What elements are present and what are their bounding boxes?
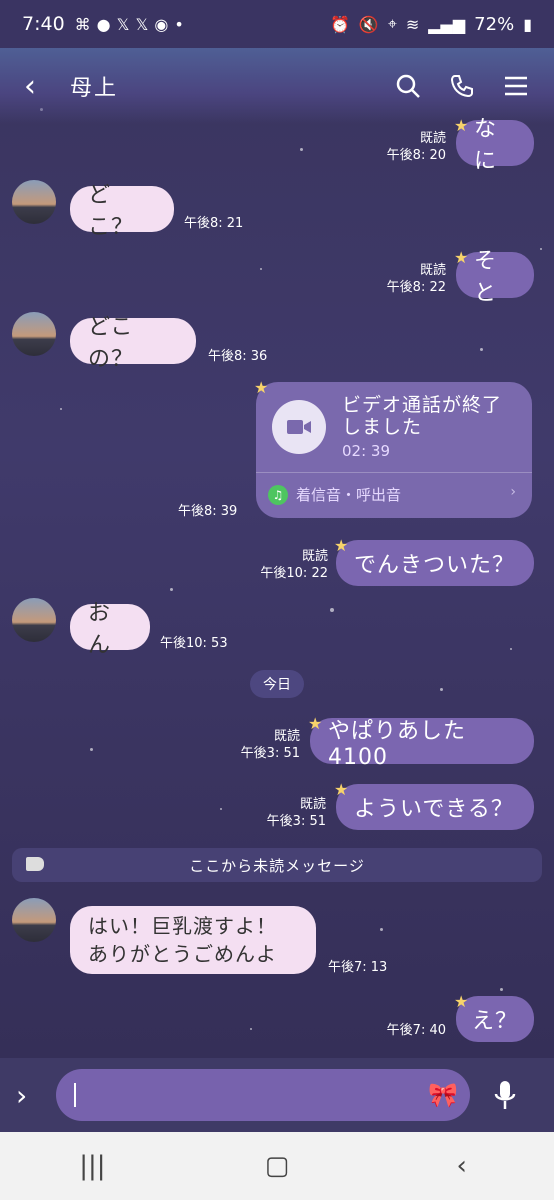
message-meta: 既読 午後3: 51 bbox=[228, 728, 300, 762]
search-icon[interactable] bbox=[394, 72, 422, 100]
message-text-line1: はい！巨乳渡すよ！ bbox=[88, 914, 277, 938]
menu-icon[interactable] bbox=[502, 72, 530, 100]
star-icon: ★ bbox=[454, 992, 469, 1011]
battery-icon: ▮ bbox=[523, 14, 532, 34]
battery-level: 72% bbox=[474, 13, 515, 35]
unread-label: ここから未読メッセージ bbox=[189, 856, 365, 875]
message-time: 午後3: 51 bbox=[266, 814, 326, 829]
message-text: どこの？ bbox=[88, 315, 135, 372]
avatar[interactable] bbox=[12, 180, 56, 224]
video-camera-icon bbox=[272, 400, 326, 454]
message-text: そと bbox=[474, 249, 498, 306]
star-icon: ★ bbox=[454, 116, 469, 135]
outgoing-message-bubble[interactable]: やぱりあした4100 bbox=[310, 718, 534, 770]
wifi-icon: ≋ bbox=[405, 14, 420, 34]
more-dot-icon: • bbox=[174, 14, 184, 34]
read-receipt: 既読 bbox=[419, 131, 446, 146]
message-text: なに bbox=[474, 117, 498, 174]
x-icon-2: 𝕏 bbox=[135, 14, 149, 34]
message-time: 午後8: 39 bbox=[178, 504, 238, 519]
incoming-message-bubble[interactable]: どこ？ bbox=[70, 183, 174, 240]
tag-icon bbox=[26, 857, 44, 871]
message-text-line2: ありがとうごめんよ bbox=[88, 942, 277, 966]
line-icon: ● bbox=[96, 14, 111, 34]
message-meta: 既読 午後10: 22 bbox=[246, 548, 328, 582]
star-icon: ★ bbox=[334, 536, 349, 555]
home-icon[interactable]: ▢ bbox=[247, 1151, 307, 1181]
date-separator: 今日 bbox=[250, 670, 304, 698]
expand-icon[interactable]: › bbox=[16, 1079, 56, 1112]
message-input[interactable] bbox=[74, 1084, 394, 1106]
message-time: 午後8: 22 bbox=[386, 280, 446, 295]
chat-title: 母上 bbox=[70, 76, 119, 101]
message-text: おん bbox=[88, 601, 112, 658]
signal-icon: ▂▄▆ bbox=[428, 14, 466, 34]
read-receipt: 既読 bbox=[299, 797, 326, 812]
notification-icons: ⌘ ● 𝕏 𝕏 ◉ • bbox=[75, 15, 184, 34]
incoming-message-bubble[interactable]: はい！巨乳渡すよ！ ありがとうごめんよ bbox=[70, 906, 316, 974]
call-duration: 02: 39 bbox=[342, 442, 390, 460]
x-icon: 𝕏 bbox=[116, 14, 130, 34]
back-icon[interactable]: ‹ bbox=[24, 69, 60, 104]
message-text: どこ？ bbox=[88, 183, 135, 240]
message-time: 午後8: 20 bbox=[386, 148, 446, 163]
message-time: 午後10: 53 bbox=[160, 636, 228, 651]
recent-apps-icon[interactable]: ||| bbox=[62, 1151, 122, 1181]
message-text: よういできる？ bbox=[354, 797, 514, 822]
message-text: やぱりあした4100 bbox=[328, 718, 467, 770]
text-caret bbox=[74, 1083, 76, 1107]
capcut-icon: ⌘ bbox=[74, 14, 91, 34]
message-meta: 既読 午後3: 51 bbox=[254, 796, 326, 830]
message-text: え？ bbox=[472, 1009, 519, 1034]
message-meta: 既読 午後8: 20 bbox=[378, 130, 446, 164]
emoji-bow-icon[interactable]: 🎀 bbox=[428, 1081, 458, 1109]
call-status: ビデオ通話が終了 しました bbox=[342, 394, 503, 438]
video-call-card[interactable]: ビデオ通話が終了 しました 02: 39 ♫ 着信音・呼出音 › bbox=[256, 382, 532, 518]
location-icon: ⌖ bbox=[387, 14, 397, 33]
status-bar: 7:40 ⌘ ● 𝕏 𝕏 ◉ • ⏰ 🔇 ⌖ ≋ ▂▄▆ 72% ▮ bbox=[0, 0, 554, 48]
star-icon: ★ bbox=[308, 714, 323, 733]
read-receipt: 既読 bbox=[273, 729, 300, 744]
system-navigation-bar: ||| ▢ ‹ bbox=[0, 1132, 554, 1200]
mute-icon: 🔇 bbox=[358, 14, 379, 34]
read-receipt: 既読 bbox=[419, 263, 446, 278]
microphone-icon[interactable] bbox=[488, 1075, 522, 1115]
message-time: 午後8: 21 bbox=[184, 216, 244, 231]
music-note-icon: ♫ bbox=[268, 484, 288, 505]
ringtone-label: 着信音・呼出音 bbox=[296, 486, 402, 504]
star-icon: ★ bbox=[454, 248, 469, 267]
header-actions bbox=[394, 72, 530, 100]
message-input-bar: › 🎀 bbox=[0, 1058, 554, 1132]
message-meta: 午後7: 40 bbox=[378, 1022, 446, 1039]
avatar[interactable] bbox=[12, 598, 56, 642]
message-meta: 既読 午後8: 22 bbox=[378, 262, 446, 296]
avatar[interactable] bbox=[12, 898, 56, 942]
message-time: 午後7: 40 bbox=[386, 1023, 446, 1038]
chat-header: ‹ 母上 bbox=[0, 48, 554, 124]
message-text: でんきついた？ bbox=[354, 553, 516, 578]
ringtone-link[interactable]: ♫ 着信音・呼出音 bbox=[268, 484, 401, 505]
incoming-message-bubble[interactable]: どこの？ bbox=[70, 315, 196, 372]
message-time: 午後8: 36 bbox=[208, 349, 268, 364]
alarm-icon: ⏰ bbox=[329, 14, 350, 34]
unread-messages-divider: ここから未読メッセージ bbox=[12, 848, 542, 882]
incoming-message-bubble[interactable]: おん bbox=[70, 601, 150, 658]
message-time: 午後10: 22 bbox=[260, 566, 328, 581]
outgoing-message-bubble[interactable]: でんきついた？ bbox=[336, 540, 534, 586]
status-time: 7:40 bbox=[22, 13, 65, 35]
star-icon: ★ bbox=[254, 378, 269, 397]
message-time: 午後7: 13 bbox=[328, 960, 388, 975]
message-time: 午後3: 51 bbox=[240, 746, 300, 761]
app-icon: ◉ bbox=[154, 14, 169, 34]
read-receipt: 既読 bbox=[301, 549, 328, 564]
system-icons: ⏰ 🔇 ⌖ ≋ ▂▄▆ 72% ▮ bbox=[330, 14, 532, 35]
avatar[interactable] bbox=[12, 312, 56, 356]
phone-icon[interactable] bbox=[448, 72, 476, 100]
outgoing-message-bubble[interactable]: よういできる？ bbox=[336, 784, 534, 830]
message-input-container[interactable]: 🎀 bbox=[56, 1069, 470, 1121]
chevron-right-icon: › bbox=[510, 484, 516, 500]
divider bbox=[256, 472, 532, 473]
back-nav-icon[interactable]: ‹ bbox=[432, 1151, 492, 1181]
star-icon: ★ bbox=[334, 780, 349, 799]
